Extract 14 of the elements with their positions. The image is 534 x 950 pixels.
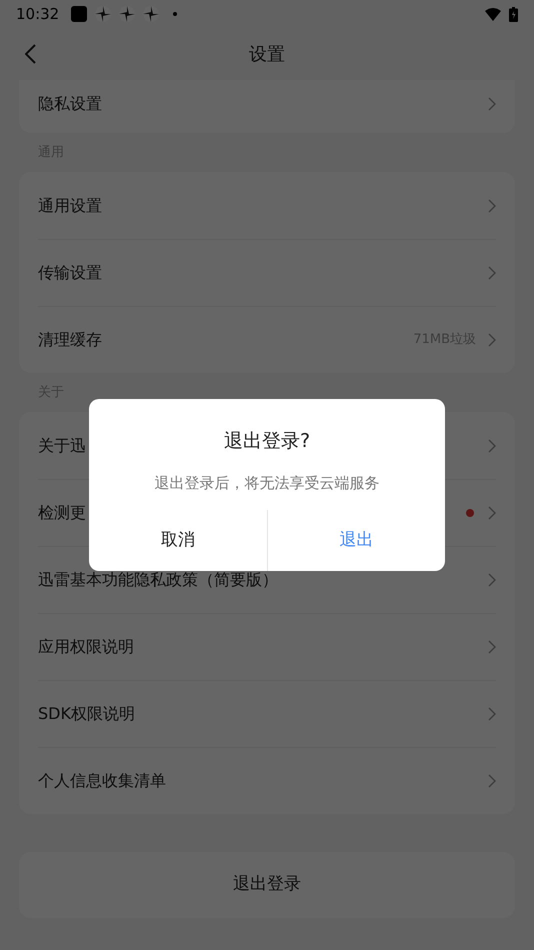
row-label: 通用设置	[38, 194, 102, 216]
row-label: 应用权限说明	[38, 636, 134, 658]
row-label: 迅雷基本功能隐私政策（简要版）	[38, 569, 278, 591]
status-time: 10:32	[16, 4, 60, 25]
row-label: SDK权限说明	[38, 703, 135, 725]
dialog-title: 退出登录?	[224, 429, 310, 454]
row-label: 隐私设置	[38, 92, 102, 114]
row-label: 个人信息收集清单	[38, 770, 166, 792]
row-label: 清理缓存	[38, 329, 102, 351]
row-label: 检测更	[38, 502, 86, 524]
dialog-message: 退出登录后，将无法享受云端服务	[154, 472, 380, 494]
page-title: 设置	[249, 42, 285, 66]
row-label: 关于迅	[38, 434, 86, 456]
row-label: 传输设置	[38, 262, 102, 284]
